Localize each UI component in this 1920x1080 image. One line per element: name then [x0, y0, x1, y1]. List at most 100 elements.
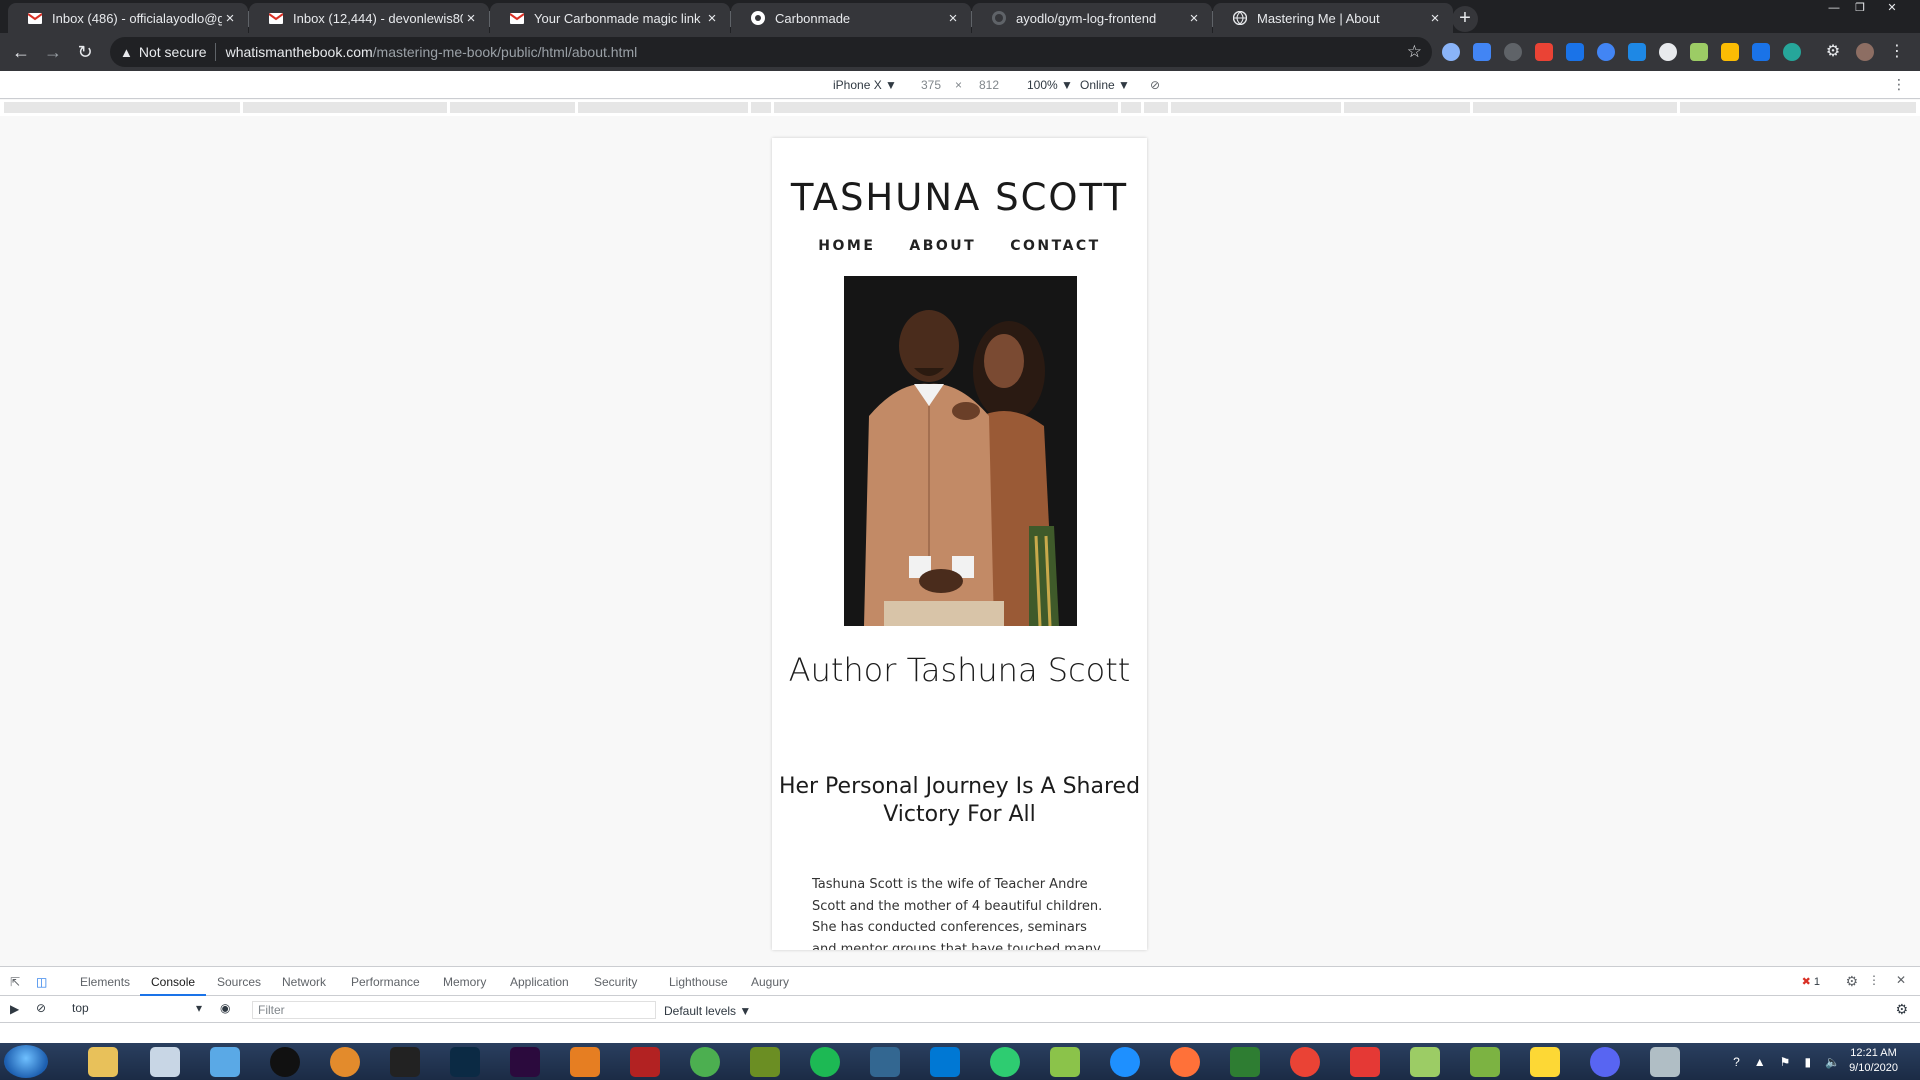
more-options-icon[interactable]: ⋮ — [1892, 76, 1906, 93]
address-bar[interactable]: ▲ Not secure whatismanthebook.com /maste… — [110, 37, 1432, 67]
after-effects-icon[interactable] — [510, 1047, 540, 1077]
devtools-tab-lighthouse[interactable]: Lighthouse — [669, 975, 728, 989]
vscode-icon[interactable] — [930, 1047, 960, 1077]
postgres-icon[interactable] — [870, 1047, 900, 1077]
console-filter-input[interactable]: Filter — [252, 1001, 656, 1019]
taskbar-clock[interactable]: 12:21 AM 9/10/2020 — [1849, 1046, 1898, 1076]
explorer-icon[interactable] — [88, 1047, 118, 1077]
devtools-close-icon[interactable]: ✕ — [1896, 973, 1906, 987]
devtools-tab-console[interactable]: Console — [151, 975, 195, 989]
chart-app-icon[interactable] — [1050, 1047, 1080, 1077]
y-extension-icon[interactable] — [1690, 43, 1708, 61]
media-query-segment[interactable] — [751, 102, 771, 113]
tab-inbox-12444[interactable]: Inbox (12,444) - devonlewis808@ × — [249, 3, 490, 33]
discord-icon[interactable] — [1590, 1047, 1620, 1077]
new-tab-button[interactable]: + — [1452, 6, 1478, 32]
devtools-tab-sources[interactable]: Sources — [217, 975, 261, 989]
close-icon[interactable]: × — [945, 10, 961, 27]
bluestacks-icon[interactable] — [1470, 1047, 1500, 1077]
g-extension-icon[interactable] — [1659, 43, 1677, 61]
media-query-segment[interactable] — [450, 102, 575, 113]
sidebar-toggle-icon[interactable]: ▶ — [10, 1002, 19, 1016]
chrome-icon[interactable] — [1290, 1047, 1320, 1077]
media-query-segment[interactable] — [1344, 102, 1470, 113]
avatar[interactable] — [1856, 43, 1874, 61]
media-query-segment[interactable] — [4, 102, 240, 113]
utorrent-icon[interactable] — [690, 1047, 720, 1077]
devtools-more-icon[interactable]: ⋮ — [1868, 973, 1880, 987]
terminal-icon[interactable] — [1230, 1047, 1260, 1077]
nav-contact-link[interactable]: CONTACT — [1010, 238, 1101, 254]
tab-mastering-me-about[interactable]: Mastering Me | About × — [1213, 3, 1453, 33]
tab-carbonmade-magic-link[interactable]: Your Carbonmade magic link - S × — [490, 3, 731, 33]
blue-extension-icon[interactable] — [1597, 43, 1615, 61]
minimize-icon[interactable]: — — [1822, 0, 1846, 16]
git-icon[interactable] — [570, 1047, 600, 1077]
inspect-element-icon[interactable]: ⇱ — [10, 975, 20, 989]
devtools-tab-elements[interactable]: Elements — [80, 975, 130, 989]
start-button[interactable] — [4, 1045, 48, 1078]
bookmark-star-icon[interactable]: ☆ — [1407, 42, 1422, 62]
eye-icon[interactable]: ◉ — [220, 1001, 230, 1015]
rotate-icon[interactable]: ⊘ — [1150, 78, 1160, 92]
palette-extension-icon[interactable] — [1721, 43, 1739, 61]
devtools-tab-application[interactable]: Application — [510, 975, 569, 989]
devtools-tab-augury[interactable]: Augury — [751, 975, 789, 989]
window-extension-icon[interactable] — [1628, 43, 1646, 61]
nav-about-link[interactable]: ABOUT — [909, 238, 976, 254]
back-icon[interactable]: ← — [10, 41, 32, 63]
tab-carbonmade[interactable]: Carbonmade × — [731, 3, 972, 33]
filezilla-icon[interactable] — [630, 1047, 660, 1077]
iq-extension-icon[interactable] — [1473, 43, 1491, 61]
settings-gear-icon[interactable]: ⚙ — [1845, 973, 1858, 990]
tray-expand-icon[interactable]: ▲ — [1754, 1055, 1766, 1069]
device-select[interactable]: iPhone X ▼ — [833, 78, 897, 92]
ie-icon[interactable] — [1110, 1047, 1140, 1077]
close-icon[interactable]: × — [463, 10, 479, 27]
height-input[interactable]: 812 — [979, 78, 999, 92]
app-icon[interactable] — [270, 1047, 300, 1077]
context-select[interactable]: top ▾ — [72, 1001, 202, 1019]
restore-icon[interactable]: ❐ — [1848, 0, 1872, 16]
atom-icon[interactable] — [990, 1047, 1020, 1077]
flag-icon[interactable]: ⚑ — [1780, 1055, 1791, 1069]
forward-icon[interactable]: → — [42, 41, 64, 63]
media-query-segment[interactable] — [1473, 102, 1677, 113]
devtools-tab-security[interactable]: Security — [594, 975, 637, 989]
gear-extension-icon[interactable] — [1783, 43, 1801, 61]
reload-icon[interactable]: ↻ — [74, 41, 96, 63]
devtools-tab-performance[interactable]: Performance — [351, 975, 420, 989]
media-query-segment[interactable] — [1680, 102, 1916, 113]
folder-icon[interactable] — [1530, 1047, 1560, 1077]
devtools-tab-network[interactable]: Network — [282, 975, 326, 989]
mp3-icon[interactable] — [1350, 1047, 1380, 1077]
fruity-icon[interactable] — [330, 1047, 360, 1077]
close-icon[interactable]: × — [222, 10, 238, 27]
tab-github[interactable]: ayodlo/gym-log-frontend × — [972, 3, 1213, 33]
media-query-segment[interactable] — [1144, 102, 1168, 113]
paint-icon[interactable] — [1650, 1047, 1680, 1077]
clear-console-icon[interactable]: ⊘ — [36, 1001, 46, 1015]
media-query-segment[interactable] — [578, 102, 748, 113]
media-query-segment[interactable] — [243, 102, 447, 113]
media-query-segment[interactable] — [1171, 102, 1341, 113]
devtools-tab-memory[interactable]: Memory — [443, 975, 486, 989]
firefox-icon[interactable] — [1170, 1047, 1200, 1077]
calculator-icon[interactable] — [150, 1047, 180, 1077]
log-levels-select[interactable]: Default levels ▼ — [664, 1004, 751, 1018]
color-extension-icon[interactable] — [1535, 43, 1553, 61]
volume-icon[interactable]: 🔈 — [1825, 1055, 1840, 1069]
error-counter[interactable]: ✖ 1 — [1802, 975, 1820, 988]
tree-icon[interactable] — [750, 1047, 780, 1077]
site-title[interactable]: TASHUNA SCOTT — [772, 176, 1147, 219]
photoshop-icon[interactable] — [450, 1047, 480, 1077]
device-toggle-icon[interactable]: ◫ — [36, 975, 47, 989]
zoom-select[interactable]: 100% ▼ — [1027, 78, 1073, 92]
media-query-segment[interactable] — [1121, 102, 1141, 113]
network-select[interactable]: Online ▼ — [1080, 78, 1130, 92]
search-extension-icon[interactable] — [1504, 43, 1522, 61]
security-label[interactable]: Not secure — [139, 44, 207, 60]
close-icon[interactable]: × — [704, 10, 720, 27]
close-icon[interactable]: × — [1427, 10, 1443, 27]
kebab-menu-icon[interactable]: ⋮ — [1888, 43, 1906, 61]
